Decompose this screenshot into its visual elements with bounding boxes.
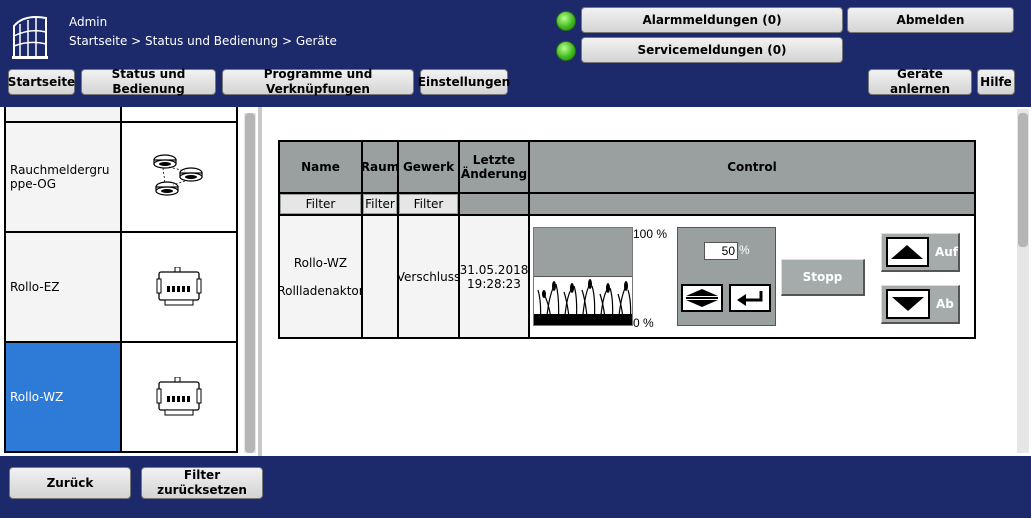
down-button-label: Ab: [936, 297, 954, 311]
device-name: Rollo-EZ: [6, 233, 122, 341]
shutter-actuator-icon: [156, 377, 202, 416]
level-max-label: 100 %: [633, 227, 668, 241]
last-change-time: 19:28:23: [467, 276, 521, 291]
filter-empty-cell: [530, 194, 974, 216]
back-button[interactable]: Zurück: [9, 467, 131, 499]
nav-programs-button[interactable]: Programme und Verknüpfungen: [222, 67, 414, 96]
teach-devices-button[interactable]: Geräte anlernen: [868, 67, 972, 96]
cell-last-change: 31.05.2018 19:28:23: [460, 216, 530, 337]
nav-status-button[interactable]: Status und Bedienung: [81, 67, 216, 96]
smoke-detector-group-icon: [153, 154, 203, 196]
up-button-label: Auf: [934, 245, 958, 259]
list-item-selected[interactable]: Rollo-WZ: [4, 343, 238, 453]
arrow-down-icon: [892, 297, 924, 311]
column-header-room[interactable]: Raum: [361, 142, 399, 194]
cell-trade: Verschluss: [397, 216, 460, 337]
filter-name-button[interactable]: Filter: [281, 195, 360, 213]
device-name-text: Rollo-WZ: [293, 255, 348, 270]
filter-trade-cell: Filter: [399, 194, 460, 216]
nav-home-button[interactable]: Startseite: [8, 69, 75, 95]
filter-room-cell: Filter: [363, 194, 399, 216]
level-min-label: 0 %: [633, 316, 654, 330]
filter-trade-button[interactable]: Filter: [400, 195, 457, 213]
service-status-led: [556, 41, 576, 61]
level-input[interactable]: 50: [704, 242, 738, 260]
down-arrow-box: [886, 289, 930, 319]
device-type-text: Rollladenaktor: [277, 283, 364, 298]
logo-icon: [12, 16, 48, 59]
cell-room: [363, 216, 399, 337]
level-unit: %: [739, 243, 750, 257]
list-item[interactable]: Rollo-EZ: [4, 233, 238, 343]
user-name: Admin: [69, 15, 108, 29]
up-down-arrows-icon: [686, 289, 718, 307]
alarm-messages-button[interactable]: Alarmmeldungen (0): [581, 7, 843, 33]
logout-button[interactable]: Abmelden: [847, 7, 1014, 33]
level-adjust-button[interactable]: [681, 284, 723, 312]
apply-level-button[interactable]: [729, 284, 771, 312]
device-name: Rollo-WZ: [6, 343, 122, 451]
service-messages-button[interactable]: Servicemeldungen (0): [581, 37, 843, 63]
reset-filter-button[interactable]: Filter zurücksetzen: [141, 467, 263, 499]
shutter-blind: [534, 228, 632, 277]
device-list-pane: Rauchmeldergruppe-OG Rollo-EZ Rollo-WZ: [0, 107, 258, 456]
filter-name-cell: Filter: [280, 194, 363, 216]
stop-button[interactable]: Stopp: [781, 259, 865, 296]
device-name: Rauchmeldergruppe-OG: [6, 123, 122, 231]
list-item-partial: [4, 107, 238, 123]
column-header-trade[interactable]: Gewerk: [399, 142, 460, 194]
breadcrumb: Startseite > Status und Bedienung > Gerä…: [69, 34, 337, 48]
right-scrollbar-thumb[interactable]: [1018, 113, 1028, 247]
column-header-name[interactable]: Name: [280, 142, 363, 194]
cell-name[interactable]: Rollo-WZ Rollladenaktor: [277, 216, 364, 337]
filter-empty-cell: [460, 194, 530, 216]
left-scrollbar-thumb[interactable]: [245, 113, 255, 453]
shutter-actuator-icon: [156, 267, 202, 306]
nav-settings-button[interactable]: Einstellungen: [418, 69, 510, 95]
arrow-up-icon: [891, 245, 924, 259]
column-header-control: Control: [530, 142, 974, 194]
cell-control: 100 % 0 % 50 % Stopp Auf Ab: [530, 216, 974, 337]
alarm-status-led: [556, 11, 576, 31]
last-change-date: 31.05.2018: [459, 262, 529, 277]
right-scrollbar[interactable]: [1017, 109, 1029, 453]
devices-table: Name Raum Gewerk Letzte Änderung Control…: [277, 140, 976, 339]
down-button[interactable]: Ab: [881, 285, 960, 324]
help-button[interactable]: Hilfe: [977, 69, 1015, 95]
column-header-last-change[interactable]: Letzte Änderung: [460, 142, 530, 194]
level-control-panel: 50 %: [677, 227, 776, 326]
left-scrollbar[interactable]: [244, 113, 256, 453]
list-item[interactable]: Rauchmeldergruppe-OG: [4, 123, 238, 233]
up-button[interactable]: Auf: [881, 233, 960, 272]
enter-icon: [737, 291, 763, 306]
shutter-visual: [533, 227, 633, 326]
filter-room-button[interactable]: Filter: [364, 195, 396, 213]
up-arrow-box: [886, 237, 929, 267]
